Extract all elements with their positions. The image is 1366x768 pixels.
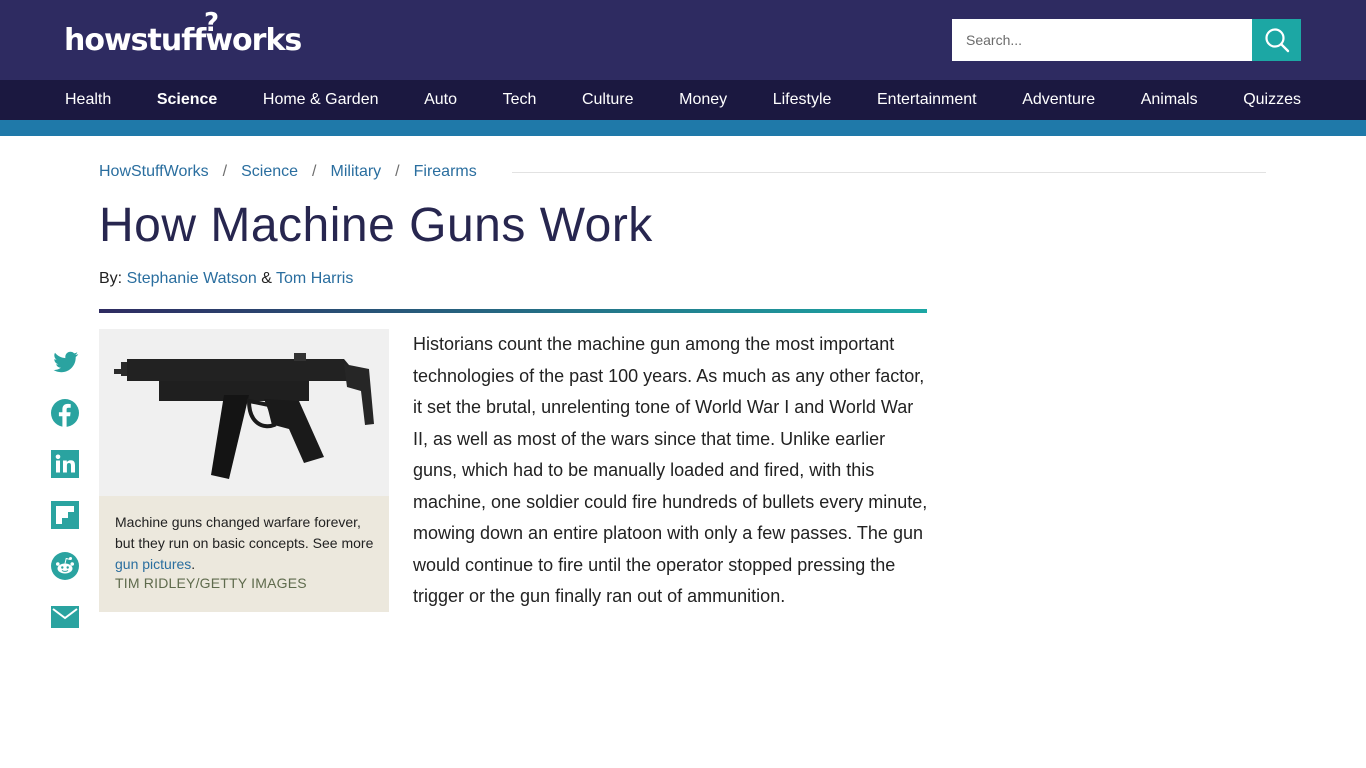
nav-item-auto[interactable]: Auto	[424, 80, 457, 120]
linkedin-icon[interactable]	[50, 449, 80, 479]
social-share-bar	[50, 347, 80, 653]
nav-item-money[interactable]: Money	[679, 80, 727, 120]
site-logo[interactable]: howstuffworks ?	[64, 8, 302, 62]
breadcrumb-item-firearms[interactable]: Firearms	[414, 163, 477, 181]
figure-caption: Machine guns changed warfare forever, bu…	[115, 512, 377, 575]
page-title: How Machine Guns Work	[99, 199, 653, 252]
search-icon	[1264, 28, 1289, 53]
article-body: Historians count the machine gun among t…	[413, 334, 928, 606]
email-icon[interactable]	[50, 602, 80, 632]
machine-gun-image[interactable]	[99, 329, 389, 496]
nav-item-science[interactable]: Science	[157, 80, 217, 120]
flipboard-icon[interactable]	[50, 500, 80, 530]
breadcrumb-separator: /	[395, 163, 400, 180]
caption-text: Machine guns changed warfare forever, bu…	[115, 514, 374, 551]
twitter-icon[interactable]	[50, 347, 80, 377]
breadcrumb-separator: /	[312, 163, 317, 180]
nav-item-lifestyle[interactable]: Lifestyle	[773, 80, 832, 120]
article-figure: Machine guns changed warfare forever, bu…	[99, 329, 389, 612]
nav-item-quizzes[interactable]: Quizzes	[1243, 80, 1301, 120]
search-bar	[952, 19, 1301, 61]
nav-item-home-garden[interactable]: Home & Garden	[263, 80, 379, 120]
nav-item-entertainment[interactable]: Entertainment	[877, 80, 977, 120]
nav-item-tech[interactable]: Tech	[503, 80, 537, 120]
nav-item-adventure[interactable]: Adventure	[1022, 80, 1095, 120]
image-credit: TIM RIDLEY/GETTY IMAGES	[115, 575, 307, 591]
search-button[interactable]	[1252, 19, 1301, 61]
logo-text: howstuffworks	[64, 23, 302, 58]
caption-end: .	[191, 556, 196, 572]
main-nav: Health Science Home & Garden Auto Tech Cultur…	[0, 80, 1366, 120]
byline-label: By:	[99, 270, 123, 287]
header-stripe	[0, 120, 1366, 136]
logo-question-mark-icon: ?	[204, 8, 219, 38]
reddit-icon[interactable]	[50, 551, 80, 581]
breadcrumb-divider	[512, 172, 1266, 173]
breadcrumb-item-military[interactable]: Military	[331, 163, 382, 181]
breadcrumb-separator: /	[222, 163, 228, 180]
author-link-tom-harris[interactable]: Tom Harris	[276, 270, 353, 287]
gun-pictures-link[interactable]: gun pictures	[115, 556, 191, 572]
nav-item-health[interactable]: Health	[65, 80, 111, 120]
breadcrumb-item-howstuffworks[interactable]: HowStuffWorks	[99, 163, 209, 181]
breadcrumb: HowStuffWorks / Science / Military / Fir…	[99, 160, 477, 184]
search-input[interactable]	[952, 19, 1252, 61]
byline-ampersand: &	[261, 270, 272, 287]
breadcrumb-item-science[interactable]: Science	[241, 163, 298, 181]
author-link-stephanie-watson[interactable]: Stephanie Watson	[127, 270, 257, 287]
site-header: howstuffworks ?	[0, 0, 1366, 80]
byline: By: Stephanie Watson & Tom Harris	[99, 270, 353, 288]
title-divider	[99, 309, 927, 313]
facebook-icon[interactable]	[50, 398, 80, 428]
nav-item-animals[interactable]: Animals	[1141, 80, 1198, 120]
nav-item-culture[interactable]: Culture	[582, 80, 634, 120]
